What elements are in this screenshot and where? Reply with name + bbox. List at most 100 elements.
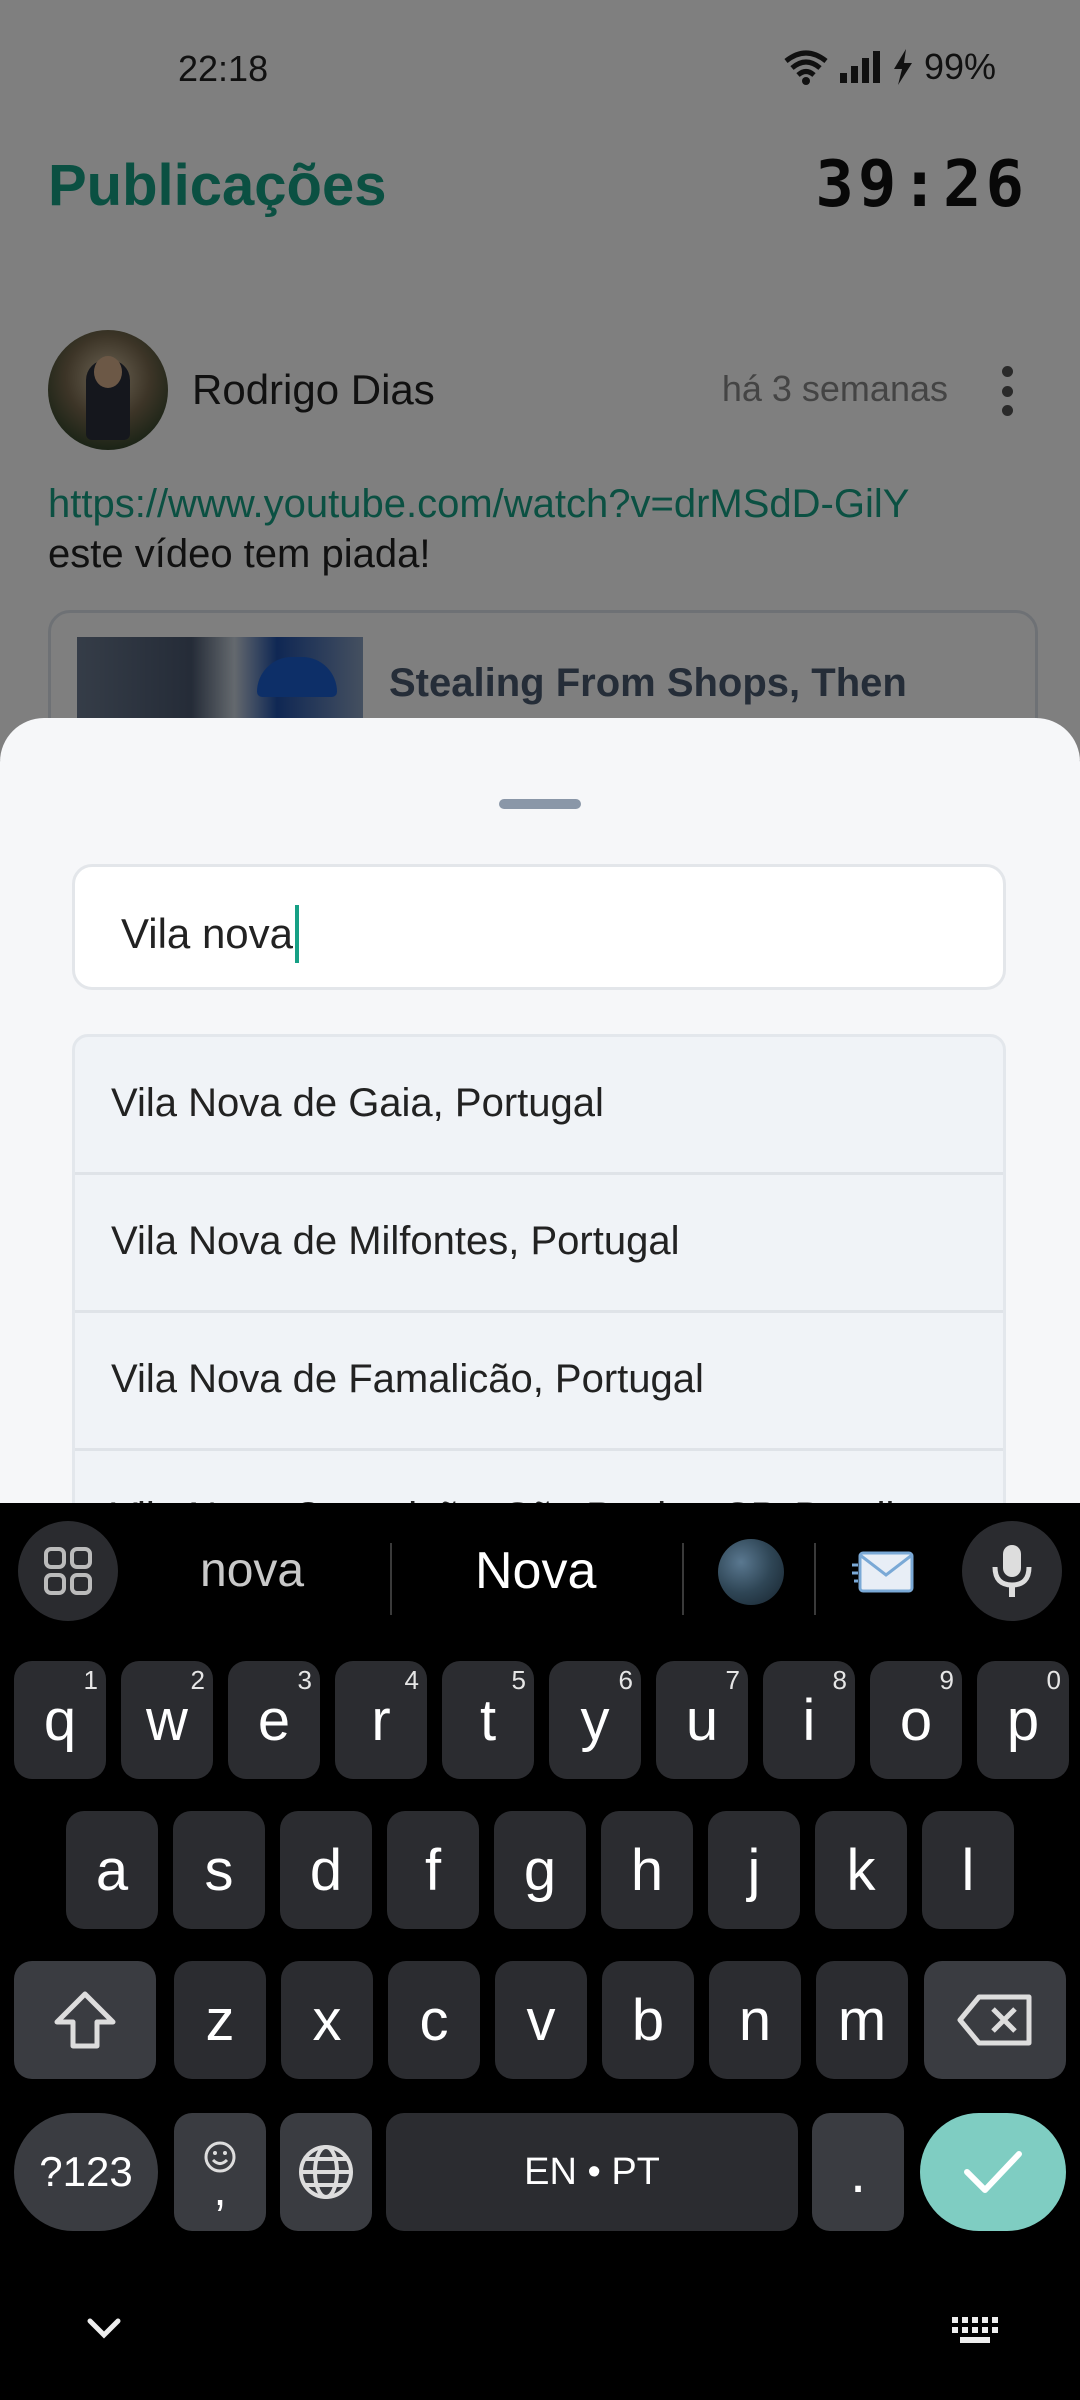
key-label: k [846, 1837, 876, 1903]
key-number-hint: 8 [832, 1665, 847, 1695]
keyboard-switch-icon[interactable] [950, 2315, 1000, 2345]
soft-keyboard: nova Nova ?123 , EN • PT . q1w2e3r4t5y6u… [0, 1503, 1080, 2400]
key-label: f [424, 1837, 442, 1903]
list-item-label: Vila Nova de Gaia, Portugal [111, 1081, 604, 1125]
hide-keyboard-chevron-down-icon[interactable] [86, 2317, 122, 2341]
key[interactable]: g [494, 1811, 586, 1929]
key[interactable]: r4 [335, 1661, 427, 1779]
shift-key[interactable] [14, 1961, 156, 2079]
key[interactable]: x [281, 1961, 373, 2079]
drag-handle[interactable] [499, 799, 581, 809]
key-number-hint: 6 [618, 1665, 633, 1695]
key-label: n [738, 1987, 772, 2053]
text-cursor [295, 905, 300, 963]
comma-label: , [213, 2163, 227, 2215]
key-label: d [309, 1837, 343, 1903]
key[interactable]: b [602, 1961, 694, 2079]
key[interactable]: p0 [977, 1661, 1069, 1779]
symbols-key[interactable]: ?123 [14, 2113, 158, 2231]
location-bottom-sheet: Vila nova Vila Nova de Gaia, Portugal Vi… [0, 718, 1080, 1503]
key-label: q [43, 1687, 77, 1753]
space-bar[interactable]: EN • PT [386, 2113, 798, 2231]
key[interactable]: y6 [549, 1661, 641, 1779]
key[interactable]: i8 [763, 1661, 855, 1779]
microphone-icon[interactable] [962, 1521, 1062, 1621]
key-number-hint: 9 [939, 1665, 954, 1695]
key-label: t [479, 1687, 497, 1753]
key-number-hint: 7 [725, 1665, 740, 1695]
done-key[interactable] [920, 2113, 1066, 2231]
key[interactable]: e3 [228, 1661, 320, 1779]
apps-grid-icon[interactable] [18, 1521, 118, 1621]
key-label: p [1006, 1687, 1040, 1753]
list-item[interactable]: Vila Nova de Famalicão, Portugal [75, 1313, 1003, 1451]
key[interactable]: v [495, 1961, 587, 2079]
key[interactable]: d [280, 1811, 372, 1929]
emoji-comma-key[interactable]: , [174, 2113, 266, 2231]
list-item[interactable]: Vila Nova de Gaia, Portugal [75, 1037, 1003, 1175]
key[interactable]: a [66, 1811, 158, 1929]
key[interactable]: w2 [121, 1661, 213, 1779]
key-label: c [419, 1987, 449, 2053]
key[interactable]: s [173, 1811, 265, 1929]
key-label: z [205, 1987, 235, 2053]
key-label: r [371, 1687, 391, 1753]
envelope-emoji-icon[interactable] [852, 1539, 916, 1605]
key[interactable]: m [816, 1961, 908, 2079]
key[interactable]: z [174, 1961, 266, 2079]
key-label: o [899, 1687, 933, 1753]
list-item[interactable]: Vila Nova de Milfontes, Portugal [75, 1175, 1003, 1313]
key[interactable]: f [387, 1811, 479, 1929]
key-label: y [580, 1687, 610, 1753]
list-item-label: Vila Nova de Milfontes, Portugal [111, 1219, 680, 1263]
backspace-key[interactable] [924, 1961, 1066, 2079]
language-globe-icon[interactable] [280, 2113, 372, 2231]
divider [390, 1543, 392, 1615]
key[interactable]: q1 [14, 1661, 106, 1779]
key-label: v [526, 1987, 556, 2053]
key-label: j [747, 1837, 761, 1903]
suggestion-word[interactable]: Nova [475, 1541, 596, 1601]
key-number-hint: 1 [83, 1665, 98, 1695]
location-results-list: Vila Nova de Gaia, Portugal Vila Nova de… [72, 1034, 1006, 1503]
key[interactable]: t5 [442, 1661, 534, 1779]
search-input-value: Vila nova [121, 910, 294, 957]
key-label: h [630, 1837, 664, 1903]
key-label: w [146, 1687, 188, 1753]
key-number-hint: 3 [297, 1665, 312, 1695]
key-label: g [523, 1837, 557, 1903]
key-label: x [312, 1987, 342, 2053]
key[interactable]: c [388, 1961, 480, 2079]
key-label: l [961, 1837, 975, 1903]
key[interactable]: k [815, 1811, 907, 1929]
key[interactable]: h [601, 1811, 693, 1929]
location-search-input[interactable]: Vila nova [72, 864, 1006, 990]
list-item-label: Vila Nova Conceição, São Paulo - SP, Bra… [111, 1495, 894, 1503]
key[interactable]: l [922, 1811, 1014, 1929]
app-background: 22:18 99% Publicações 39:26 Rodrigo Dias… [0, 0, 1080, 816]
period-key[interactable]: . [812, 2113, 904, 2231]
key[interactable]: o9 [870, 1661, 962, 1779]
divider [814, 1543, 816, 1615]
key[interactable]: j [708, 1811, 800, 1929]
key-number-hint: 2 [190, 1665, 205, 1695]
key-label: s [204, 1837, 234, 1903]
key-label: m [837, 1987, 887, 2053]
list-item-label: Vila Nova de Famalicão, Portugal [111, 1357, 704, 1401]
modal-scrim[interactable] [0, 0, 1080, 760]
key-number-hint: 0 [1046, 1665, 1061, 1695]
key-label: a [95, 1837, 129, 1903]
moon-emoji-icon[interactable] [718, 1539, 784, 1605]
key-label: e [257, 1687, 291, 1753]
key[interactable]: n [709, 1961, 801, 2079]
key-label: u [685, 1687, 719, 1753]
divider [682, 1543, 684, 1615]
key[interactable]: u7 [656, 1661, 748, 1779]
navigation-bar [0, 2283, 1080, 2400]
list-item[interactable]: Vila Nova Conceição, São Paulo - SP, Bra… [75, 1451, 1003, 1503]
key-number-hint: 4 [404, 1665, 419, 1695]
suggestion-bar: nova Nova [0, 1503, 1080, 1637]
suggestion-word[interactable]: nova [200, 1543, 304, 1598]
key-number-hint: 5 [511, 1665, 526, 1695]
key-label: b [631, 1987, 665, 2053]
